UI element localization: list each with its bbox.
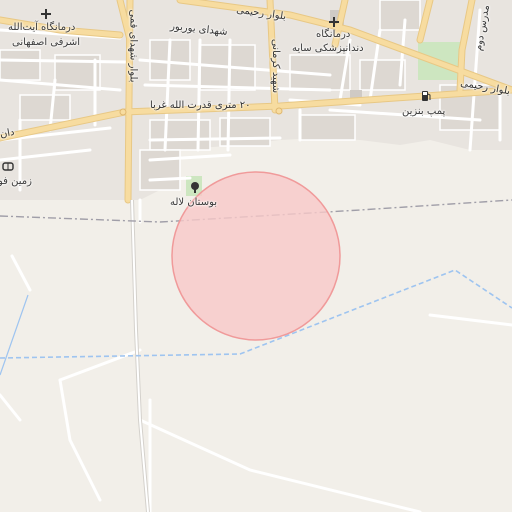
label-clinic[interactable]: درمانگاه (316, 29, 350, 41)
map-canvas[interactable]: درمانگاه آیت‌الله اشرفی اصفهانی بلوار رح… (0, 0, 512, 512)
park-tree-icon[interactable] (189, 181, 201, 193)
sports-ground-icon[interactable] (2, 160, 14, 172)
label-clinic-2[interactable]: دندانپزشکی سایه (292, 43, 364, 55)
label-gas-station[interactable]: پمپ بنزین (402, 106, 445, 118)
gas-pump-icon[interactable] (420, 90, 432, 102)
hospital-cross-icon[interactable] (40, 8, 52, 20)
label-street-20m: ۲۰ متری قدرت الله غربا (150, 100, 251, 111)
admin-boundary-west (0, 294, 29, 376)
label-bostan-laleh[interactable]: بوستان لاله (170, 197, 217, 209)
map-svg (0, 0, 512, 512)
label-zamin[interactable]: زمین فو (0, 176, 32, 188)
clinic-cross-icon[interactable] (328, 16, 340, 28)
street-node-marker (275, 107, 283, 115)
street-node-marker (119, 108, 127, 116)
label-shohid-vertical: شهید کرمانی (270, 38, 282, 94)
label-hospital-ayatollah[interactable]: درمانگاه آیت‌الله (8, 22, 75, 34)
label-shohada-qom: بلوار شهدای قمی (127, 9, 139, 83)
label-hospital-ayatollah-2[interactable]: اشرفی اصفهانی (12, 37, 80, 49)
label-dana: دان (0, 126, 16, 141)
